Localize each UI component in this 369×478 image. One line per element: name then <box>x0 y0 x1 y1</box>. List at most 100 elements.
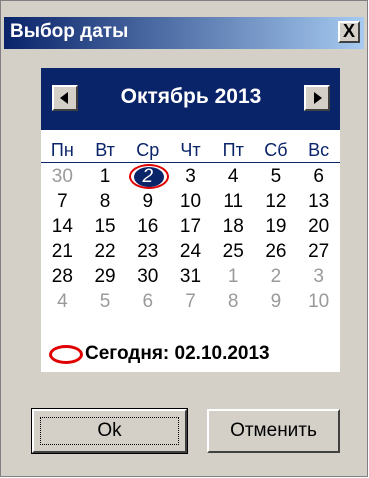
focus-rect <box>40 417 179 445</box>
day-number: 28 <box>51 266 73 287</box>
day-number: 2 <box>142 166 154 187</box>
day-cell[interactable]: 7 <box>41 189 84 214</box>
title-bar[interactable]: Выбор даты X <box>4 17 364 49</box>
day-cell[interactable]: 5 <box>255 164 298 189</box>
day-number: 29 <box>94 266 116 287</box>
day-cell[interactable]: 6 <box>126 289 169 314</box>
day-cell[interactable]: 3 <box>297 264 340 289</box>
day-number: 7 <box>57 191 68 212</box>
day-cell[interactable]: 10 <box>169 189 212 214</box>
day-number: 30 <box>51 166 73 187</box>
day-number: 4 <box>57 291 68 312</box>
day-cell[interactable]: 8 <box>84 189 127 214</box>
day-cell[interactable]: 3 <box>169 164 212 189</box>
day-cell[interactable]: 22 <box>84 239 127 264</box>
day-cell[interactable]: 27 <box>297 239 340 264</box>
day-cell[interactable]: 28 <box>41 264 84 289</box>
day-number: 10 <box>308 291 330 312</box>
day-number: 17 <box>179 216 202 237</box>
day-number: 1 <box>227 266 239 287</box>
ok-button[interactable]: Ok <box>31 408 188 454</box>
day-cell[interactable]: 11 <box>212 189 255 214</box>
day-number: 5 <box>99 291 111 312</box>
day-cell[interactable]: 9 <box>255 289 298 314</box>
day-cell[interactable]: 7 <box>169 289 212 314</box>
day-cell[interactable]: 20 <box>297 214 340 239</box>
day-cell[interactable]: 1 <box>84 164 127 189</box>
weekday-label: Пт <box>222 140 244 160</box>
day-cell[interactable]: 29 <box>84 264 127 289</box>
day-cell[interactable]: 30 <box>126 264 169 289</box>
day-number: 7 <box>185 291 196 312</box>
day-number: 19 <box>265 216 287 237</box>
calendar: Октябрь 2013 Пн Вт Ср Чт Пт Сб Вс 30 1 2 3 4… <box>41 68 340 372</box>
day-number: 16 <box>137 216 159 237</box>
next-month-button[interactable] <box>304 85 330 111</box>
day-cell[interactable]: 30 <box>41 164 84 189</box>
day-number: 8 <box>99 191 111 212</box>
day-cell[interactable]: 17 <box>169 214 212 239</box>
cancel-button[interactable]: Отменить <box>207 409 340 453</box>
date-picker-dialog: Выбор даты X Октябрь 2013 Пн Вт Ср Чт Пт… <box>0 0 368 477</box>
day-cell[interactable]: 31 <box>169 264 212 289</box>
day-cell[interactable]: 24 <box>169 239 212 264</box>
day-number: 12 <box>265 191 287 212</box>
close-button[interactable]: X <box>338 21 360 43</box>
day-number: 14 <box>51 216 73 237</box>
day-cell[interactable]: 1 <box>212 264 255 289</box>
day-cell[interactable]: 8 <box>212 289 255 314</box>
day-number: 18 <box>222 216 244 237</box>
day-number: 27 <box>308 241 330 262</box>
day-number: 31 <box>179 266 202 287</box>
day-cell[interactable]: 4 <box>212 164 255 189</box>
day-cell-selected[interactable]: 2 <box>126 164 170 189</box>
day-number: 11 <box>223 191 244 212</box>
day-number: 23 <box>137 241 159 262</box>
calendar-header: Октябрь 2013 <box>41 68 340 130</box>
weekday-label: Пн <box>50 140 74 160</box>
day-number: 24 <box>179 241 202 262</box>
day-number: 21 <box>51 241 73 262</box>
weekday-label: Вт <box>95 140 115 160</box>
day-number: 6 <box>313 166 324 187</box>
weekday-label: Вс <box>308 140 330 160</box>
day-cell[interactable]: 18 <box>212 214 255 239</box>
day-number: 2 <box>270 266 282 287</box>
day-cell[interactable]: 19 <box>255 214 298 239</box>
today-label: Сегодня: 02.10.2013 <box>85 343 270 364</box>
day-cell[interactable]: 12 <box>255 189 298 214</box>
day-number: 15 <box>94 216 116 237</box>
day-number: 1 <box>99 166 111 187</box>
weekday-header-row: Пн Вт Ср Чт Пт Сб Вс <box>41 138 340 163</box>
day-cell[interactable]: 9 <box>126 189 169 214</box>
day-cell[interactable]: 23 <box>126 239 169 264</box>
day-cell[interactable]: 10 <box>297 289 340 314</box>
day-cell[interactable]: 6 <box>297 164 340 189</box>
day-cell[interactable]: 4 <box>41 289 84 314</box>
day-cell[interactable]: 21 <box>41 239 84 264</box>
weekday-label: Сб <box>264 140 288 160</box>
day-cell[interactable]: 2 <box>255 264 298 289</box>
today-circle-icon <box>49 345 83 364</box>
weekday-label: Ср <box>136 140 160 160</box>
day-number: 5 <box>270 166 282 187</box>
day-cell[interactable]: 26 <box>255 239 298 264</box>
day-number: 13 <box>308 191 330 212</box>
day-number: 8 <box>227 291 239 312</box>
day-number: 3 <box>313 266 324 287</box>
previous-month-button[interactable] <box>52 85 78 111</box>
weekday-label: Чт <box>180 140 201 160</box>
today-row[interactable]: Сегодня: 02.10.2013 <box>41 341 340 369</box>
day-cell[interactable]: 15 <box>84 214 127 239</box>
day-cell[interactable]: 25 <box>212 239 255 264</box>
day-cell[interactable]: 14 <box>41 214 84 239</box>
day-number: 9 <box>142 191 154 212</box>
day-cell[interactable]: 5 <box>84 289 127 314</box>
month-title: Октябрь 2013 <box>120 85 262 108</box>
day-grid: 30 1 2 3 4 5 6 7 8 9 10 11 12 13 14 15 16 17 18 19 20 21 22 23 2… <box>41 164 340 314</box>
day-number: 9 <box>270 291 282 312</box>
day-cell[interactable]: 16 <box>126 214 169 239</box>
triangle-right-icon <box>314 92 322 104</box>
day-number: 20 <box>308 216 330 237</box>
day-cell[interactable]: 13 <box>297 189 340 214</box>
